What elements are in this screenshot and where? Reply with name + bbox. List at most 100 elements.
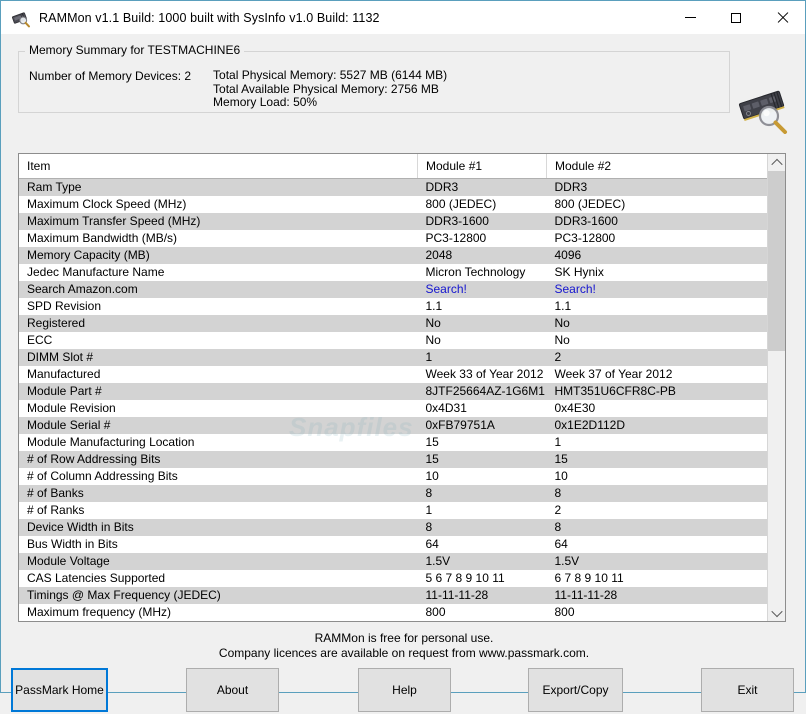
table-row[interactable]: Module Voltage 1.5V 1.5V — [19, 553, 767, 570]
cell-module-1-link[interactable]: Search! — [417, 281, 547, 298]
table-row[interactable]: DIMM Slot #1 2 — [19, 349, 767, 366]
table-row[interactable]: Device Width in Bits 8 8 — [19, 519, 767, 536]
table-row[interactable]: Module Manufacturing Location 15 1 — [19, 434, 767, 451]
help-button[interactable]: Help — [358, 668, 451, 712]
table-row[interactable]: Manufactured Week 33 of Year 2012 Week 37 … — [19, 366, 767, 383]
table-row[interactable]: SPD Revision 1.1 1.1 — [19, 298, 767, 315]
table-row[interactable]: Ram Type DDR3 DDR3 — [19, 178, 767, 196]
table-row[interactable]: Maximum Clock Speed (MHz) 800 (JEDEC) 800 … — [19, 196, 767, 213]
cell-module-2: DDR3-1600 — [546, 213, 678, 230]
rammon-window: RAMMon v1.1 Build: 1000 built with SysIn… — [0, 0, 806, 712]
cell-module-2: HMT351U6CFR8C-PB — [546, 383, 678, 400]
cell-filler — [678, 230, 767, 247]
scrollbar-track[interactable] — [768, 171, 785, 604]
exit-button[interactable]: Exit — [701, 668, 794, 712]
ram-module-magnifier-icon — [736, 86, 794, 134]
table-row[interactable]: Maximum Transfer Speed (MHz) DDR3-1600 DDR… — [19, 213, 767, 230]
cell-filler — [678, 553, 767, 570]
memory-summary-stats: Total Physical Memory: 5527 MB (6144 MB)… — [213, 68, 448, 110]
scrollbar-thumb[interactable] — [768, 171, 785, 351]
cell-item: Module Manufacturing Location — [19, 434, 418, 451]
maximize-button[interactable] — [713, 1, 759, 34]
table-row[interactable]: Search Amazon.com Search! Search! — [19, 281, 767, 298]
table-row[interactable]: # of Ranks 1 2 — [19, 502, 767, 519]
table-row[interactable]: ECC No No — [19, 332, 767, 349]
cell-filler — [678, 264, 767, 281]
cell-module-2: 0x4E30 — [546, 400, 678, 417]
column-header-module-2[interactable]: Module #2 — [546, 154, 678, 179]
cell-module-2: 11-11-11-28 — [546, 587, 678, 604]
cell-item: Module Part # — [19, 383, 418, 400]
table-scroll-viewport: Snapfiles Item Module #1 Module #2 Ram T… — [19, 154, 767, 621]
table-row[interactable]: Registered No No — [19, 315, 767, 332]
cell-item: # of Banks — [19, 485, 418, 502]
cell-module-1: DDR3-1600 — [417, 213, 547, 230]
column-header-module-1[interactable]: Module #1 — [417, 154, 547, 179]
cell-module-1: 800 — [417, 604, 547, 621]
total-available-memory: Total Available Physical Memory: 2756 MB — [213, 81, 439, 96]
minimize-button[interactable] — [667, 1, 713, 34]
table-row[interactable]: Maximum frequency (MHz) 800 800 — [19, 604, 767, 621]
cell-filler — [678, 383, 767, 400]
table-vertical-scrollbar[interactable] — [767, 154, 785, 621]
memory-summary-content: Number of Memory Devices: 2 Total Physic… — [29, 68, 448, 110]
cell-item: DIMM Slot # — [19, 349, 418, 366]
about-button[interactable]: About — [186, 668, 279, 712]
total-physical-memory: Total Physical Memory: 5527 MB (6144 MB) — [213, 68, 448, 82]
cell-module-1: Week 33 of Year 2012 — [417, 366, 547, 383]
cell-item: # of Column Addressing Bits — [19, 468, 418, 485]
table-row[interactable]: # of Column Addressing Bits 10 10 — [19, 468, 767, 485]
passmark-home-button[interactable]: PassMark Home — [11, 668, 108, 712]
cell-module-2: 64 — [546, 536, 678, 553]
table-row[interactable]: Memory Capacity (MB) 2048 4096 — [19, 247, 767, 264]
table-row[interactable]: Maximum Bandwidth (MB/s) PC3-12800 PC3-128… — [19, 230, 767, 247]
cell-module-2: 800 — [546, 604, 678, 621]
table-row[interactable]: Module Revision 0x4D31 0x4E30 — [19, 400, 767, 417]
column-header-item[interactable]: Item — [19, 154, 418, 179]
table-row[interactable]: # of Row Addressing Bits 15 15 — [19, 451, 767, 468]
cell-item: # of Ranks — [19, 502, 418, 519]
cell-module-2-link[interactable]: Search! — [546, 281, 678, 298]
cell-filler — [678, 298, 767, 315]
cell-filler — [678, 536, 767, 553]
memory-modules-table-frame: Snapfiles Item Module #1 Module #2 Ram T… — [18, 153, 786, 622]
scroll-down-button[interactable] — [768, 604, 785, 621]
cell-module-1: 1 — [417, 349, 547, 366]
cell-filler — [678, 332, 767, 349]
cell-filler — [678, 247, 767, 264]
cell-module-2: 800 (JEDEC) — [546, 196, 678, 213]
cell-item: Maximum Clock Speed (MHz) — [19, 196, 418, 213]
cell-item: Timings @ Max Frequency (JEDEC) — [19, 587, 418, 604]
cell-filler — [678, 468, 767, 485]
cell-filler — [678, 502, 767, 519]
cell-filler — [678, 604, 767, 621]
footer-line-2: Company licences are available on reques… — [218, 646, 590, 660]
cell-item: Search Amazon.com — [19, 281, 418, 298]
memory-summary-legend: Memory Summary for TESTMACHINE6 — [25, 43, 245, 57]
table-row[interactable]: CAS Latencies Supported 5 6 7 8 9 10 11 6 … — [19, 570, 767, 587]
cell-item: SPD Revision — [19, 298, 418, 315]
cell-item: Maximum frequency (MHz) — [19, 604, 418, 621]
close-button[interactable] — [759, 1, 805, 34]
table-row[interactable]: Jedec Manufacture Name Micron Technology S… — [19, 264, 767, 281]
table-row[interactable]: # of Banks 8 8 — [19, 485, 767, 502]
cell-module-2: 15 — [546, 451, 678, 468]
scroll-up-button[interactable] — [768, 154, 785, 171]
footer-text: RAMMon is free for personal use. Company… — [1, 631, 806, 661]
cell-module-1: No — [417, 332, 547, 349]
cell-module-2: SK Hynix — [546, 264, 678, 281]
table-row[interactable]: Timings @ Max Frequency (JEDEC) 11-11-11-… — [19, 587, 767, 604]
export-copy-button[interactable]: Export/Copy — [528, 668, 623, 712]
table-row[interactable]: Module Serial #0xFB79751A 0x1E2D112D — [19, 417, 767, 434]
cell-filler — [678, 417, 767, 434]
cell-filler — [678, 281, 767, 298]
cell-module-2: 8 — [546, 485, 678, 502]
cell-item: Module Revision — [19, 400, 418, 417]
table-header-row: Item Module #1 Module #2 — [19, 154, 767, 179]
main-content: Memory Summary for TESTMACHINE6 Number o… — [1, 34, 806, 712]
table-row[interactable]: Module Part #8JTF25664AZ-1G6M1 HMT351U6CF… — [19, 383, 767, 400]
cell-module-1: 8 — [417, 519, 547, 536]
table-row[interactable]: Bus Width in Bits 64 64 — [19, 536, 767, 553]
cell-module-1: 8 — [417, 485, 547, 502]
cell-item: Module Serial # — [19, 417, 418, 434]
